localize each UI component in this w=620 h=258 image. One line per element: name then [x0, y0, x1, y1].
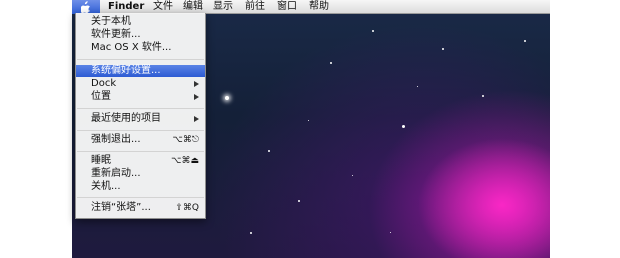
- star: [417, 86, 418, 87]
- menu-separator: [77, 197, 204, 198]
- menu-separator: [77, 151, 204, 152]
- submenu-arrow-icon: [194, 81, 199, 87]
- menu-bar: Finder 文件 编辑 显示 前往 窗口 帮助: [72, 0, 550, 14]
- star: [330, 62, 332, 64]
- menubar-app-name[interactable]: Finder: [108, 0, 144, 14]
- submenu-arrow-icon: [194, 116, 199, 122]
- star: [250, 232, 252, 234]
- menu-item-shut-down[interactable]: 关机...: [76, 181, 205, 193]
- star: [390, 232, 391, 233]
- menu-item-log-out[interactable]: 注销“张塔”... ⇧⌘Q: [76, 202, 205, 214]
- star: [352, 175, 353, 176]
- menu-help[interactable]: 帮助: [309, 0, 329, 14]
- menu-window[interactable]: 窗口: [277, 0, 297, 14]
- menu-view[interactable]: 显示: [213, 0, 233, 14]
- menu-go[interactable]: 前往: [245, 0, 265, 14]
- menu-separator: [77, 59, 204, 60]
- menu-item-software-update[interactable]: 软件更新...: [76, 29, 205, 41]
- star: [482, 95, 484, 97]
- menu-item-system-preferences[interactable]: 系统偏好设置...: [76, 65, 205, 77]
- star: [268, 150, 270, 152]
- apple-logo-icon: [81, 1, 90, 13]
- menu-edit[interactable]: 编辑: [183, 0, 203, 14]
- star: [402, 125, 405, 128]
- menu-item-force-quit[interactable]: 强制退出... ⌥⌘⎋: [76, 134, 205, 146]
- menu-item-location[interactable]: 位置: [76, 91, 205, 103]
- menu-separator: [77, 130, 204, 131]
- star: [372, 30, 374, 32]
- menu-item-restart[interactable]: 重新启动...: [76, 168, 205, 180]
- menu-item-recent-items[interactable]: 最近使用的项目: [76, 113, 205, 125]
- menu-item-about-this-mac[interactable]: 关于本机: [76, 16, 205, 28]
- menu-item-dock[interactable]: Dock: [76, 78, 205, 90]
- submenu-arrow-icon: [194, 94, 199, 100]
- star: [442, 48, 444, 50]
- shortcut-label: ⌥⌘⎋: [172, 135, 200, 145]
- menu-item-sleep[interactable]: 睡眠 ⌥⌘⏏: [76, 155, 205, 167]
- shortcut-label: ⇧⌘Q: [175, 203, 199, 213]
- star: [524, 40, 526, 42]
- star: [225, 96, 229, 100]
- star: [298, 200, 300, 202]
- apple-menu-dropdown: 关于本机 软件更新... Mac OS X 软件... 系统偏好设置... Do…: [75, 13, 206, 219]
- menu-file[interactable]: 文件: [153, 0, 173, 14]
- star: [308, 120, 309, 121]
- apple-menu-button[interactable]: [72, 0, 100, 14]
- shortcut-label: ⌥⌘⏏: [171, 156, 199, 166]
- menu-item-mac-os-x-software[interactable]: Mac OS X 软件...: [76, 42, 205, 54]
- menu-separator: [77, 108, 204, 109]
